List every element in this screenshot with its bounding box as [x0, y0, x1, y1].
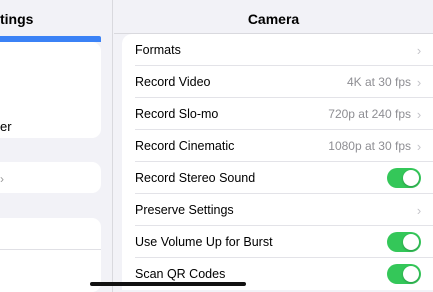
row-value: 4K at 30 fps [346, 75, 411, 89]
row-label: Record Slo-mo [135, 107, 219, 121]
volume-up-burst-toggle[interactable] [387, 232, 421, 252]
chevron-right-icon: › [416, 202, 422, 218]
sidebar-group [0, 42, 101, 138]
chevron-right-icon: › [416, 42, 422, 58]
camera-settings-pane: Camera Formats › Record Video 4K at 30 f… [114, 0, 433, 292]
record-stereo-sound-row: Record Stereo Sound [122, 162, 433, 194]
chevron-right-icon: › [0, 172, 4, 186]
settings-list: Formats › Record Video 4K at 30 fps › Re… [122, 34, 433, 290]
row-label: Formats [135, 43, 181, 57]
volume-up-burst-row: Use Volume Up for Burst [122, 226, 433, 258]
row-value: 720p at 240 fps [328, 107, 411, 121]
sidebar-group [0, 218, 101, 292]
record-stereo-sound-toggle[interactable] [387, 168, 421, 188]
sidebar-group[interactable] [0, 162, 101, 193]
toggle-knob [403, 170, 419, 186]
chevron-right-icon: › [416, 74, 422, 90]
sidebar: tings er › [0, 0, 113, 292]
toggle-knob [403, 234, 419, 250]
sidebar-item-label[interactable]: er [0, 119, 12, 134]
home-indicator[interactable] [90, 282, 246, 286]
formats-row[interactable]: Formats › [122, 34, 433, 66]
row-label: Record Cinematic [135, 139, 235, 153]
row-label: Preserve Settings [135, 203, 234, 217]
row-label: Use Volume Up for Burst [135, 235, 273, 249]
record-slo-mo-row[interactable]: Record Slo-mo 720p at 240 fps › [122, 98, 433, 130]
sidebar-title: tings [0, 11, 34, 27]
row-label: Record Stereo Sound [135, 171, 256, 185]
record-cinematic-row[interactable]: Record Cinematic 1080p at 30 fps › [122, 130, 433, 162]
page-title: Camera [247, 11, 300, 27]
scan-qr-codes-toggle[interactable] [387, 264, 421, 284]
row-label: Scan QR Codes [135, 267, 226, 281]
toggle-knob [403, 266, 419, 282]
divider [0, 249, 101, 250]
preserve-settings-row[interactable]: Preserve Settings › [122, 194, 433, 226]
row-label: Record Video [135, 75, 211, 89]
row-value: 1080p at 30 fps [328, 139, 411, 153]
chevron-right-icon: › [416, 106, 422, 122]
chevron-right-icon: › [416, 138, 422, 154]
record-video-row[interactable]: Record Video 4K at 30 fps › [122, 66, 433, 98]
